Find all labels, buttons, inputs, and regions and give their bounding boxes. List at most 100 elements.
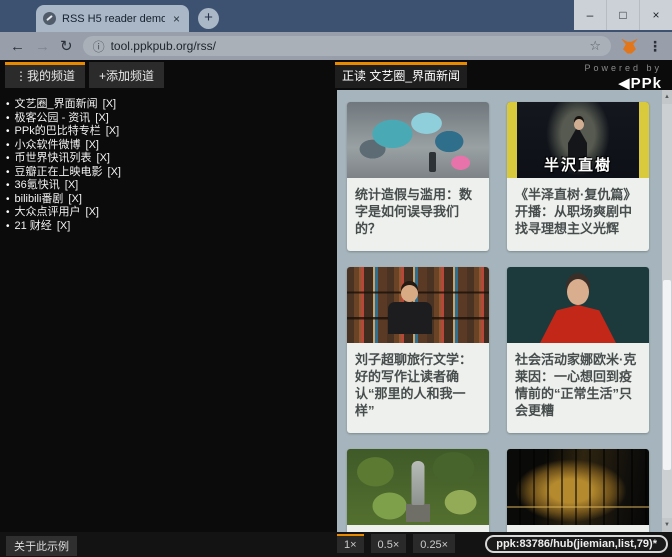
channel-item[interactable]: • 36氪快讯 [X] <box>6 179 337 193</box>
channel-name[interactable]: bilibili番剧 <box>15 193 64 205</box>
channel-name[interactable]: 文艺圈_界面新闻 <box>15 98 98 110</box>
scroll-up-icon[interactable]: ▲ <box>662 90 672 104</box>
reload-icon[interactable]: ↻ <box>60 39 73 54</box>
about-example-button[interactable]: 关于此示例 <box>6 536 77 556</box>
tab-add-channel[interactable]: +添加频道 <box>89 62 164 88</box>
remove-channel-button[interactable]: [X] <box>65 179 78 191</box>
channel-name[interactable]: 36氪快讯 <box>15 179 60 191</box>
branding: Powered by ◀PPk <box>584 63 662 92</box>
powered-by-label: Powered by <box>584 63 662 73</box>
channel-item[interactable]: • bilibili番剧 [X] <box>6 193 337 207</box>
drag-handle-icon: ⋮ <box>15 69 27 83</box>
channel-name[interactable]: 豆瓣正在上映电影 <box>15 166 103 178</box>
article-title: 《奥州小道》：松尾芭 <box>347 525 489 532</box>
url-text[interactable]: tool.ppkpub.org/rss/ <box>111 39 584 53</box>
article-thumbnail: 半沢直樹 <box>507 102 649 178</box>
article-title: 统计造假与滥用：数字是如何误导我们的？ <box>347 178 489 251</box>
my-channels-label: 我的频道 <box>27 69 75 83</box>
remove-channel-button[interactable]: [X] <box>57 220 70 232</box>
article-title: 刘子超聊旅行文学：好的写作让读者确认“那里的人和我一样” <box>347 343 489 433</box>
channel-item[interactable]: • 币世界快讯列表 [X] <box>6 152 337 166</box>
bullet-icon: • <box>6 99 10 110</box>
remove-channel-button[interactable]: [X] <box>108 166 121 178</box>
article-thumbnail <box>347 449 489 525</box>
remove-channel-button[interactable]: [X] <box>86 206 99 218</box>
article-card[interactable]: 社会活动家娜欧米·克莱因：一心想回到疫情前的“正常生活”只会更糟 <box>507 267 649 433</box>
tab-my-channels[interactable]: ⋮我的频道 <box>5 62 85 88</box>
card-grid: 统计造假与滥用：数字是如何误导我们的？ 半沢直樹 《半泽直树·复仇篇》开播：从职… <box>337 90 662 532</box>
article-title: 居家工作的日子里，你 <box>507 525 649 532</box>
feed-scrollbar[interactable]: ▲ ▼ <box>662 90 672 532</box>
browser-window: RSS H5 reader demo (Powere × + – □ × ← →… <box>0 0 672 557</box>
zoom-025x-button[interactable]: 0.25× <box>413 534 455 553</box>
zoom-controls: 1× 0.5× 0.25× <box>337 534 455 553</box>
article-thumbnail <box>507 267 649 343</box>
channel-name[interactable]: 极客公园 - 资讯 <box>15 112 91 124</box>
channel-item[interactable]: • 21 财经 [X] <box>6 220 337 234</box>
channel-item[interactable]: • 大众点评用户 [X] <box>6 206 337 220</box>
rss-reader-page: ⋮我的频道 +添加频道 正读 文艺圈_界面新闻 Powered by ◀PPk … <box>0 60 672 532</box>
article-card[interactable]: 《奥州小道》：松尾芭 <box>347 449 489 532</box>
article-thumbnail <box>347 267 489 343</box>
site-favicon-icon <box>43 12 56 25</box>
bullet-icon: • <box>6 194 10 205</box>
remove-channel-button[interactable]: [X] <box>68 193 81 205</box>
new-tab-button[interactable]: + <box>198 8 219 29</box>
bullet-icon: • <box>6 207 10 218</box>
browser-titlebar: RSS H5 reader demo (Powere × + – □ × <box>0 0 672 32</box>
browser-tab[interactable]: RSS H5 reader demo (Powere × <box>36 5 189 32</box>
channel-item[interactable]: • 小众软件微博 [X] <box>6 139 337 153</box>
article-thumbnail <box>347 102 489 178</box>
channel-name[interactable]: 币世界快讯列表 <box>15 152 92 164</box>
remove-channel-button[interactable]: [X] <box>97 152 110 164</box>
maximize-button[interactable]: □ <box>606 0 639 30</box>
bullet-icon: • <box>6 153 10 164</box>
zoom-1x-button[interactable]: 1× <box>337 534 364 553</box>
article-card[interactable]: 刘子超聊旅行文学：好的写作让读者确认“那里的人和我一样” <box>347 267 489 433</box>
channel-list: •文艺圈_界面新闻[X] •极客公园 - 资讯[X] •PPk的巴比特专栏[X]… <box>0 98 337 233</box>
channel-name[interactable]: 21 财经 <box>15 220 52 232</box>
article-card[interactable]: 统计造假与滥用：数字是如何误导我们的？ <box>347 102 489 251</box>
page-info-icon[interactable]: ⓘ <box>93 38 105 55</box>
channel-name[interactable]: 大众点评用户 <box>15 206 81 218</box>
article-card[interactable]: 居家工作的日子里，你 <box>507 449 649 532</box>
ppk-address-pill: ppk:83786/hub(jiemian,list,79)* <box>485 535 668 553</box>
scrollbar-thumb[interactable] <box>663 280 671 470</box>
close-button[interactable]: × <box>639 0 672 30</box>
add-channel-label: +添加频道 <box>99 69 154 83</box>
bullet-icon: • <box>6 221 10 232</box>
channel-item[interactable]: • 文艺圈_界面新闻 [X] <box>6 98 337 112</box>
remove-channel-button[interactable]: [X] <box>86 139 99 151</box>
remove-channel-button[interactable]: [X] <box>95 112 108 124</box>
forward-icon[interactable]: → <box>35 39 50 54</box>
channel-name[interactable]: PPk的巴比特专栏 <box>15 125 101 137</box>
remove-channel-button[interactable]: [X] <box>106 125 119 137</box>
minimize-button[interactable]: – <box>574 0 606 30</box>
scroll-down-icon[interactable]: ▼ <box>662 518 672 532</box>
article-title: 《半泽直树·复仇篇》开播：从职场爽剧中找寻理想主义光辉 <box>507 178 649 251</box>
page-header: ⋮我的频道 +添加频道 正读 文艺圈_界面新闻 Powered by ◀PPk <box>0 60 672 90</box>
article-thumbnail <box>507 449 649 525</box>
zoom-05x-button[interactable]: 0.5× <box>371 534 407 553</box>
bookmark-star-icon[interactable]: ☆ <box>589 38 601 54</box>
channel-name[interactable]: 小众软件微博 <box>15 139 81 151</box>
channel-item[interactable]: • 极客公园 - 资讯 [X] <box>6 112 337 126</box>
thumbnail-overlay-text: 半沢直樹 <box>507 154 649 175</box>
channel-list-panel: •文艺圈_界面新闻[X] •极客公园 - 资讯[X] •PPk的巴比特专栏[X]… <box>0 98 337 532</box>
channel-item[interactable]: • PPk的巴比特专栏 [X] <box>6 125 337 139</box>
bullet-icon: • <box>6 140 10 151</box>
tab-now-reading[interactable]: 正读 文艺圈_界面新闻 <box>335 62 467 88</box>
bullet-icon: • <box>6 113 10 124</box>
back-icon[interactable]: ← <box>10 39 25 54</box>
browser-menu-icon[interactable]: ⋮ <box>648 38 662 55</box>
remove-channel-button[interactable]: [X] <box>103 98 116 110</box>
address-bar[interactable]: ⓘ tool.ppkpub.org/rss/ ☆ <box>83 36 611 56</box>
channel-item[interactable]: •豆瓣正在上映电影[X] <box>6 166 337 180</box>
metamask-icon[interactable] <box>621 39 638 54</box>
article-title: 社会活动家娜欧米·克莱因：一心想回到疫情前的“正常生活”只会更糟 <box>507 343 649 433</box>
bullet-icon: • <box>6 180 10 191</box>
article-card[interactable]: 半沢直樹 《半泽直树·复仇篇》开播：从职场爽剧中找寻理想主义光辉 <box>507 102 649 251</box>
tab-close-icon[interactable]: × <box>171 12 182 26</box>
bullet-icon: • <box>6 126 10 137</box>
status-bar: 关于此示例 1× 0.5× 0.25× ppk:83786/hub(jiemia… <box>0 532 672 557</box>
